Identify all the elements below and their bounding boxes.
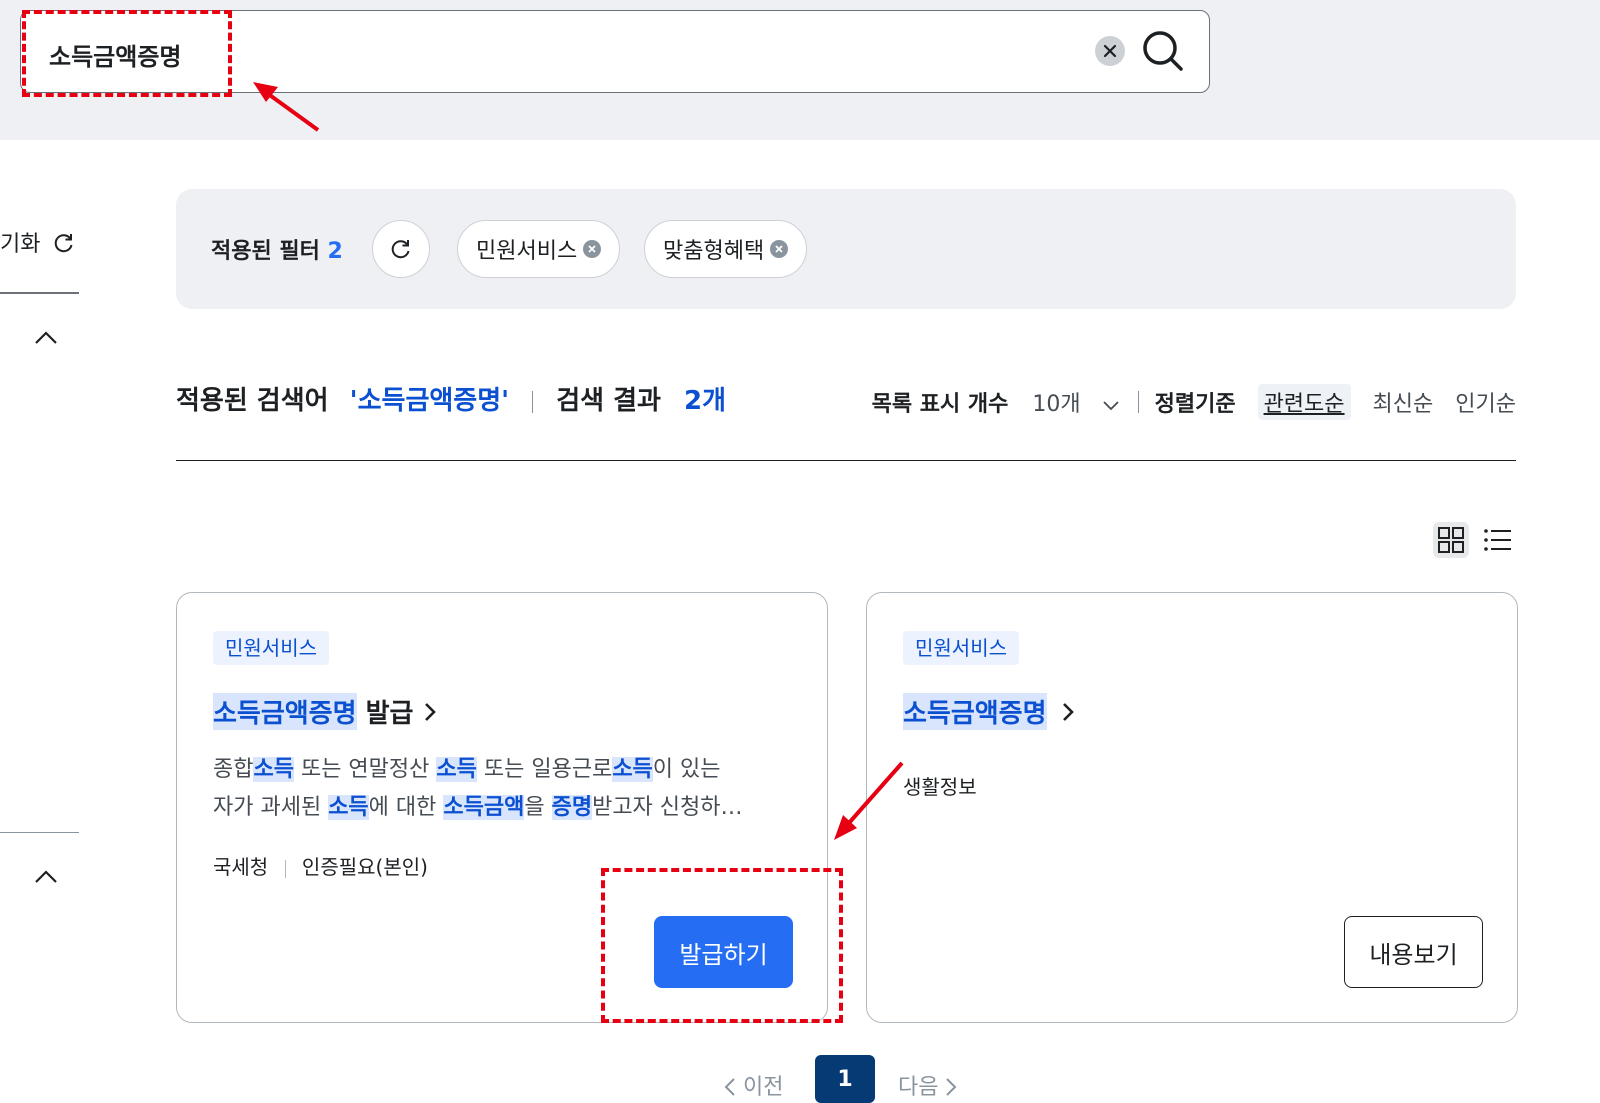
desc-highlight: 소득 — [612, 757, 653, 782]
desc-text: 받고자 신청하… — [592, 795, 743, 820]
desc-highlight: 소득금액 — [443, 795, 525, 820]
applied-filters-label: 적용된 필터 2 — [211, 233, 343, 265]
desc-text: 종합 — [213, 757, 254, 782]
sidebar-reset-label: 기화 — [0, 232, 41, 257]
chevron-right-icon — [1062, 702, 1074, 721]
close-icon — [588, 245, 596, 253]
applied-filters-bar: 적용된 필터 2 민원서비스 맞춤형혜택 — [176, 189, 1516, 309]
results-divider — [176, 460, 1516, 461]
applied-query-label: 적용된 검색어 — [176, 386, 329, 416]
prev-page-label: 이전 — [743, 1075, 784, 1100]
search-icon — [1143, 31, 1183, 71]
prev-page-button[interactable]: 이전 — [723, 1069, 783, 1101]
result-card: 민원서비스 소득금액증명 생활정보 내용보기 — [866, 592, 1518, 1023]
pagination: 이전 1 다음 — [0, 1055, 1600, 1103]
sort-popular[interactable]: 인기순 — [1455, 386, 1516, 418]
sidebar-divider — [0, 832, 79, 833]
result-title-link[interactable]: 소득금액증명 — [903, 693, 1077, 730]
result-label: 검색 결과 — [556, 386, 661, 416]
sort-relevance[interactable]: 관련도순 — [1257, 384, 1351, 420]
sort-latest[interactable]: 최신순 — [1373, 386, 1434, 418]
result-meta: 국세청 인증필요(본인) — [213, 851, 428, 880]
result-description: 종합소득 또는 연말정산 소득 또는 일용근로소득이 있는 자가 과세된 소득에… — [213, 751, 798, 827]
page-size-label: 목록 표시 개수 — [871, 392, 1009, 417]
page-size-select[interactable]: 10개 — [1032, 386, 1119, 418]
applied-query: '소득금액증명' — [349, 386, 510, 416]
desc-text: 자가 과세된 — [213, 795, 329, 820]
filter-chip[interactable]: 민원서비스 — [457, 220, 621, 278]
filter-sidebar: 기화 — [0, 0, 80, 1093]
chevron-up-icon[interactable] — [34, 329, 58, 345]
desc-text: 을 — [524, 795, 552, 820]
list-icon — [1484, 529, 1511, 551]
reset-filters-button[interactable] — [372, 220, 430, 278]
divider — [284, 859, 286, 878]
desc-highlight: 소득 — [328, 795, 369, 820]
result-category-text: 생활정보 — [903, 775, 977, 799]
chevron-down-icon — [1102, 401, 1119, 411]
description-line: 자가 과세된 소득에 대한 소득금액을 증명받고자 신청하… — [213, 789, 798, 827]
desc-highlight: 증명 — [551, 795, 593, 820]
filter-chip[interactable]: 맞춤형혜택 — [644, 220, 808, 278]
description-line: 종합소득 또는 연말정산 소득 또는 일용근로소득이 있는 — [213, 751, 798, 789]
refresh-icon — [55, 234, 73, 253]
desc-text: 에 대한 — [368, 795, 444, 820]
sidebar-divider — [0, 292, 79, 294]
chevron-right-icon — [946, 1078, 957, 1096]
divider — [1137, 391, 1139, 413]
desc-highlight: 소득 — [253, 757, 294, 782]
sort-label: 정렬기준 — [1154, 392, 1236, 417]
list-view-button[interactable] — [1480, 522, 1516, 558]
view-content-button[interactable]: 내용보기 — [1344, 916, 1483, 988]
category-badge: 민원서비스 — [213, 631, 329, 665]
title-highlight: 소득금액증명 — [903, 693, 1047, 730]
filter-chip-label: 민원서비스 — [476, 239, 578, 264]
current-page[interactable]: 1 — [815, 1055, 875, 1103]
chevron-right-icon — [425, 702, 437, 721]
filter-chip-label: 맞춤형혜택 — [663, 239, 765, 264]
result-count: 2개 — [684, 386, 727, 416]
desc-highlight: 소득 — [436, 757, 477, 782]
next-page-label: 다음 — [898, 1075, 939, 1100]
auth-requirement: 인증필요(본인) — [301, 855, 428, 879]
clear-search-button[interactable] — [1095, 36, 1125, 66]
chevron-up-icon[interactable] — [34, 868, 58, 884]
remove-filter-button[interactable] — [583, 240, 602, 258]
close-icon — [775, 245, 783, 253]
grid-icon — [1438, 527, 1464, 553]
sidebar-reset-button[interactable]: 기화 — [0, 226, 75, 258]
title-text: 발급 — [356, 699, 414, 729]
refresh-icon — [391, 240, 410, 259]
applied-filters-text: 적용된 필터 — [211, 239, 320, 264]
desc-text: 또는 일용근로 — [476, 757, 613, 782]
divider — [532, 390, 534, 413]
category-badge: 민원서비스 — [903, 631, 1019, 665]
list-controls: 목록 표시 개수 10개 정렬기준 관련도순 최신순 인기순 — [872, 384, 1516, 420]
close-icon — [1103, 44, 1117, 58]
results-summary: 적용된 검색어 '소득금액증명' 검색 결과 2개 — [176, 380, 726, 417]
annotation-highlight-box — [22, 10, 232, 97]
search-button[interactable] — [1139, 27, 1187, 75]
next-page-button[interactable]: 다음 — [898, 1069, 958, 1101]
results-header: 적용된 검색어 '소득금액증명' 검색 결과 2개 목록 표시 개수 10개 정… — [176, 380, 1516, 420]
desc-text: 또는 연말정산 — [293, 757, 437, 782]
remove-filter-button[interactable] — [770, 240, 789, 258]
desc-text: 이 있는 — [652, 757, 721, 782]
grid-view-button[interactable] — [1433, 522, 1469, 558]
result-title-link[interactable]: 소득금액증명 발급 — [213, 693, 439, 730]
applied-filters-count: 2 — [327, 239, 343, 264]
agency-name: 국세청 — [213, 855, 269, 879]
title-highlight: 소득금액증명 — [213, 693, 357, 730]
chevron-left-icon — [724, 1078, 735, 1096]
annotation-highlight-box — [601, 868, 843, 1023]
page-size-value: 10개 — [1032, 392, 1081, 417]
